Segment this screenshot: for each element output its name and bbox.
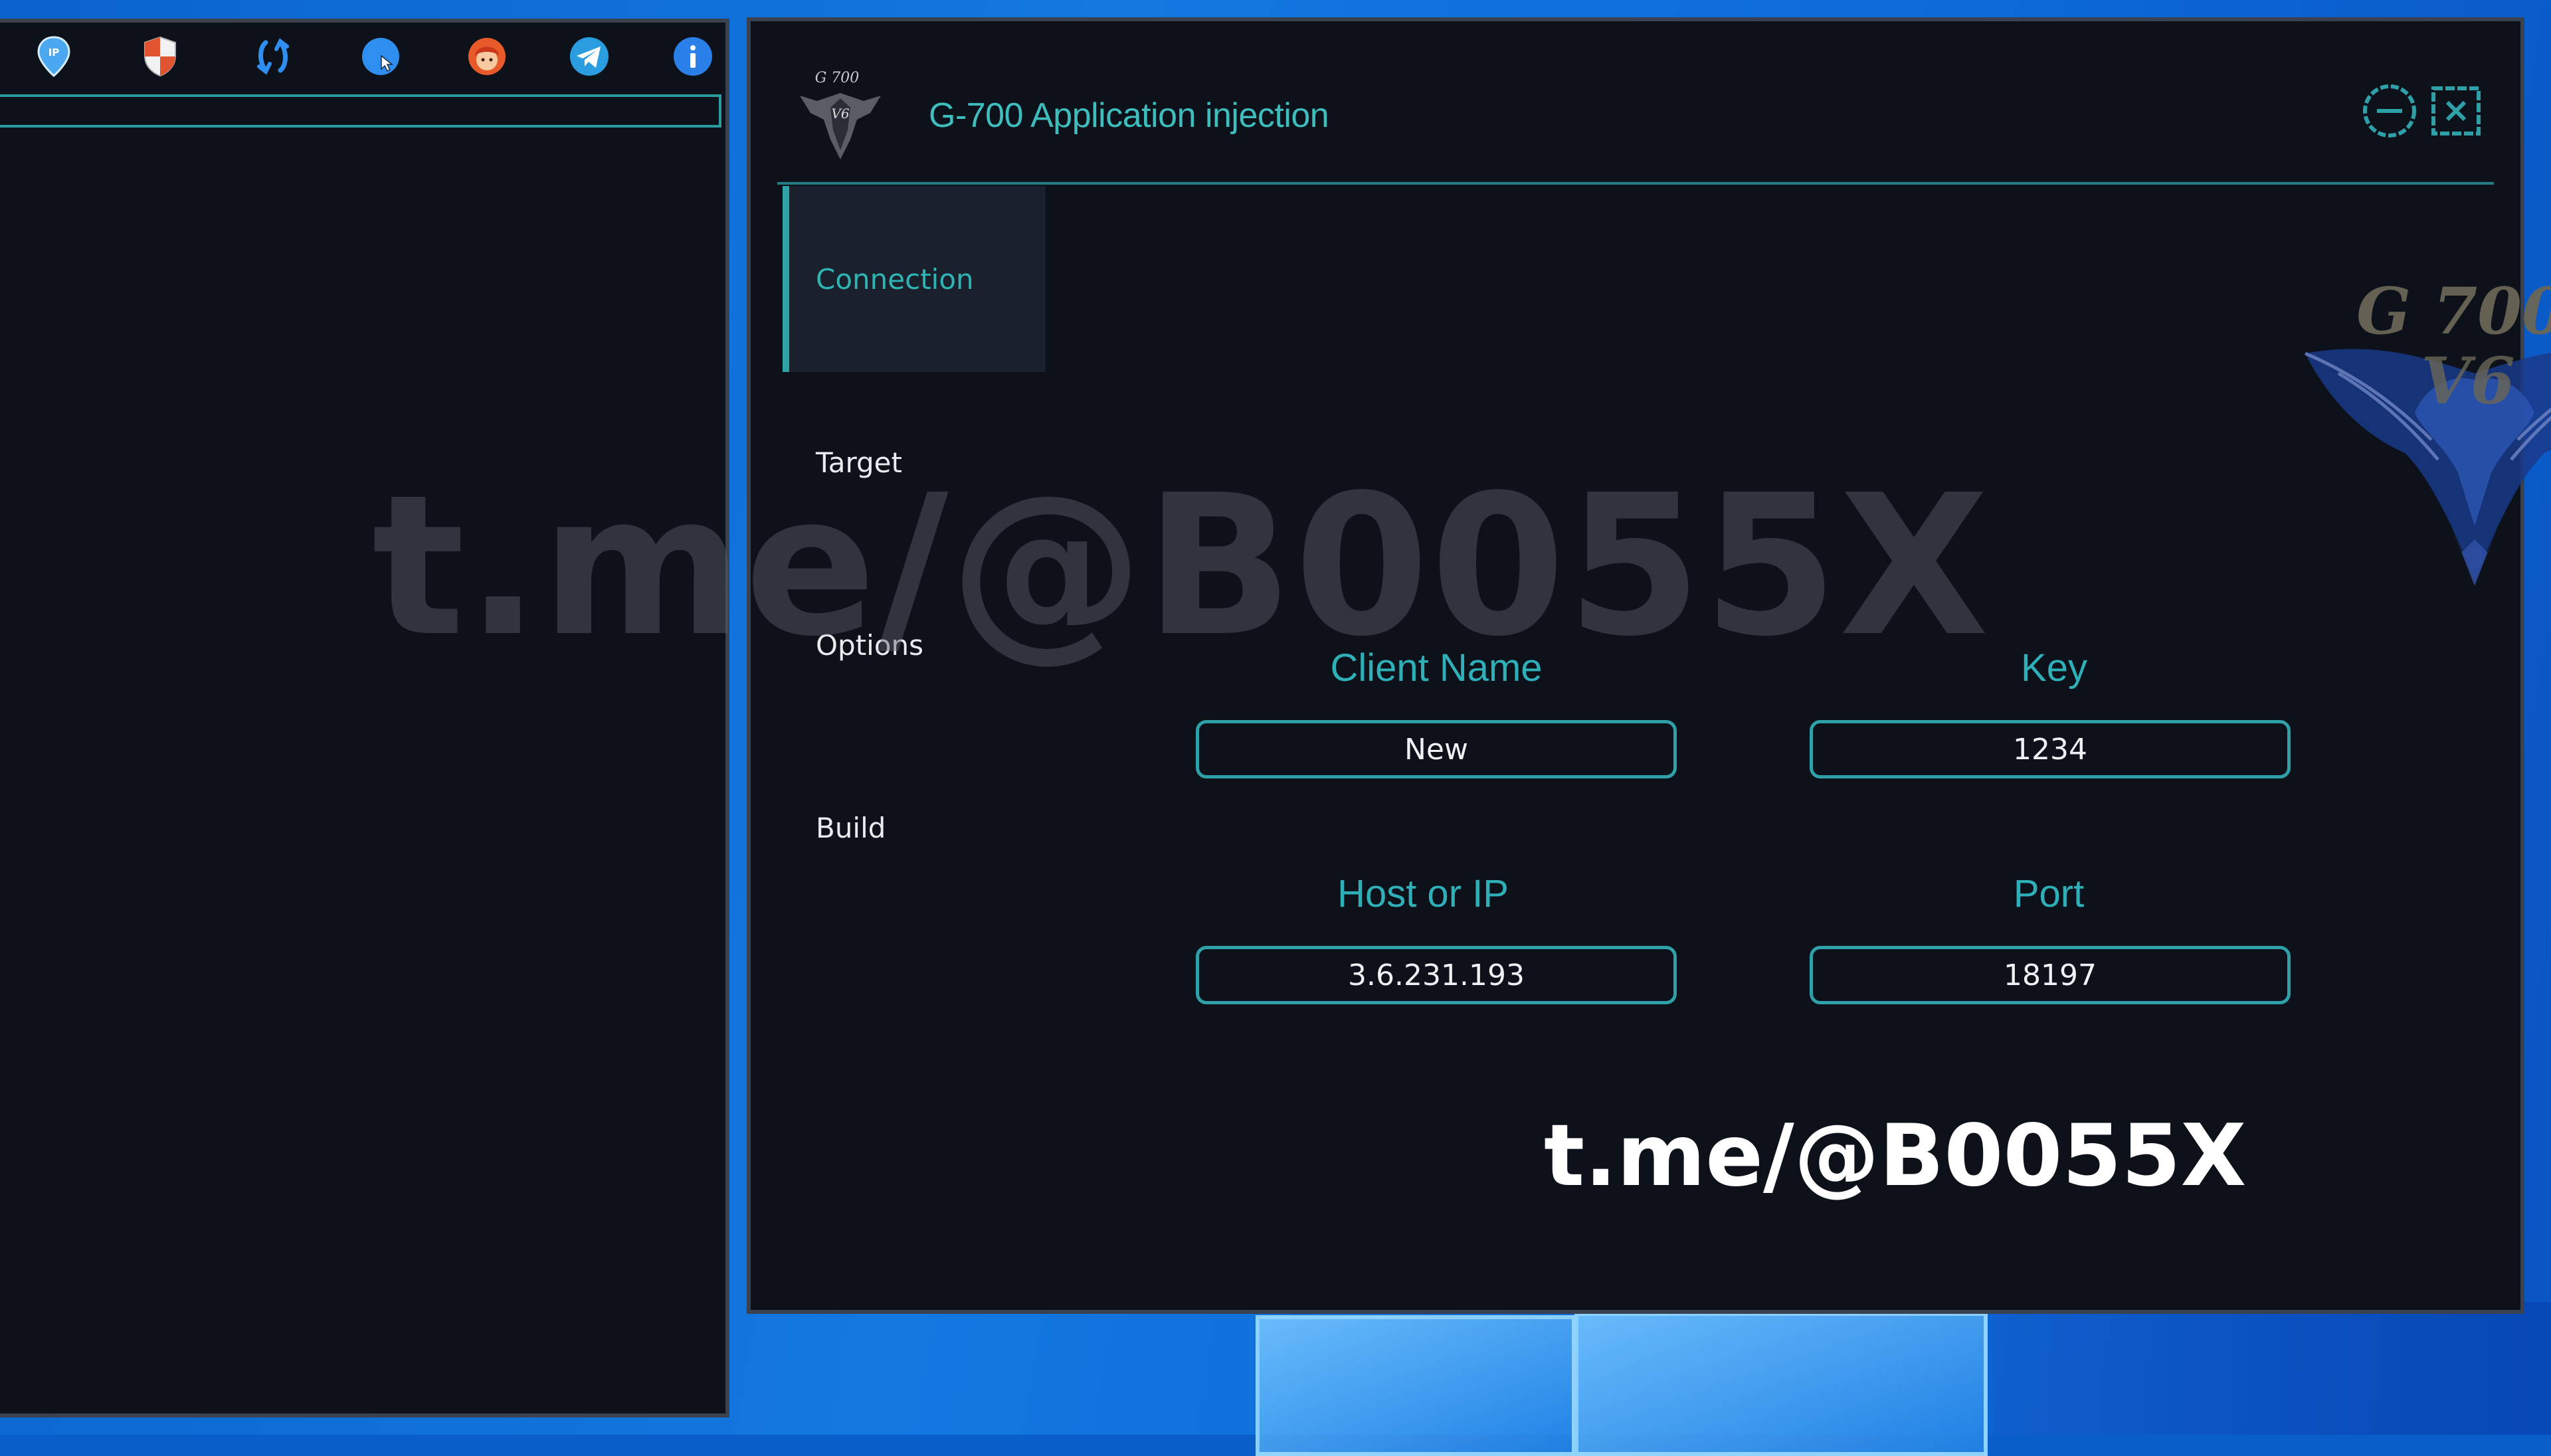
- refresh-icon[interactable]: [250, 33, 296, 80]
- path-input[interactable]: [0, 94, 721, 128]
- toolbar: IP: [0, 23, 725, 96]
- app-window: G 700 V6 G-700 Application injection Con…: [372, 17, 2551, 1314]
- nav-item-target[interactable]: Target: [783, 369, 1046, 555]
- svg-text:V6: V6: [831, 106, 849, 122]
- g700-logo-icon: G 700 V6: [791, 66, 890, 166]
- nav-item-connection[interactable]: Connection: [783, 186, 1046, 372]
- port-label: Port: [2013, 872, 2085, 915]
- svg-text:G 700: G 700: [2356, 274, 2551, 349]
- nav-item-options[interactable]: Options: [783, 552, 1046, 738]
- svg-text:V6: V6: [2421, 343, 2514, 418]
- user-avatar-icon[interactable]: [464, 33, 510, 80]
- key-field[interactable]: 1234: [1810, 720, 2291, 778]
- info-icon[interactable]: [670, 33, 716, 80]
- svg-text:G 700: G 700: [815, 70, 860, 86]
- titlebar: G 700 V6 G-700 Application injection: [751, 21, 2520, 181]
- shield-icon[interactable]: [137, 33, 183, 80]
- wallpaper-shade: [1993, 1302, 2551, 1435]
- title-divider: [777, 182, 2494, 185]
- telegram-icon[interactable]: [566, 33, 613, 80]
- wallpaper-pane: [1574, 1312, 1988, 1456]
- g700-emblem-icon: G 700 V6: [2299, 274, 2551, 606]
- port-field[interactable]: 18197: [1810, 946, 2291, 1004]
- client-name-field[interactable]: New: [1196, 720, 1677, 778]
- host-field[interactable]: 3.6.231.193: [1196, 946, 1677, 1004]
- watermark-small: t.me/@B0055X: [1544, 1107, 2247, 1206]
- host-label: Host or IP: [1337, 872, 1509, 915]
- left-tool-window: IP: [0, 19, 729, 1417]
- cursor-globe-icon[interactable]: [357, 33, 404, 80]
- minimize-button[interactable]: [2361, 82, 2418, 139]
- key-label: Key: [2021, 646, 2087, 689]
- app-title: G-700 Application injection: [929, 96, 1329, 135]
- ip-pin-icon[interactable]: IP: [31, 33, 77, 80]
- wallpaper-pane: [1256, 1315, 1576, 1456]
- close-button[interactable]: [2427, 82, 2485, 139]
- svg-text:IP: IP: [48, 46, 60, 58]
- client-name-label: Client Name: [1330, 646, 1543, 689]
- nav-item-build[interactable]: Build: [783, 735, 1046, 921]
